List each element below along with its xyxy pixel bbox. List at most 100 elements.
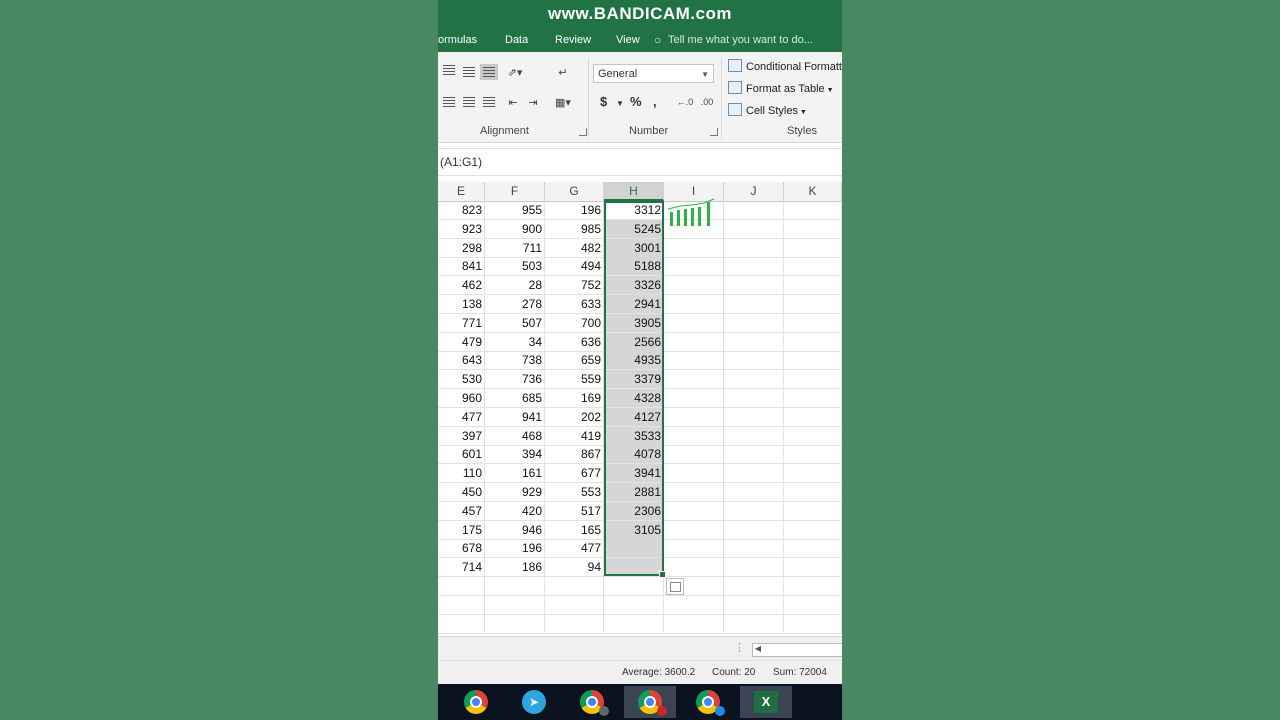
cell-h[interactable]: 3533 bbox=[604, 426, 664, 445]
cell-g[interactable] bbox=[545, 595, 604, 614]
cell-f[interactable]: 736 bbox=[485, 370, 545, 389]
cell-j[interactable] bbox=[724, 464, 784, 483]
cell-i[interactable] bbox=[664, 539, 724, 558]
tab-view[interactable]: View bbox=[616, 34, 640, 46]
cell-h[interactable]: 3105 bbox=[604, 520, 664, 539]
cell-g[interactable]: 477 bbox=[545, 539, 604, 558]
cell-k[interactable] bbox=[784, 539, 842, 558]
cell-k[interactable] bbox=[784, 276, 842, 295]
cell-i[interactable] bbox=[664, 520, 724, 539]
cell-g[interactable]: 419 bbox=[545, 426, 604, 445]
cell-i[interactable] bbox=[664, 464, 724, 483]
cell-e[interactable]: 477 bbox=[438, 407, 485, 426]
alignment-launcher-icon[interactable] bbox=[579, 128, 587, 136]
cell-k[interactable] bbox=[784, 445, 842, 464]
cell-h[interactable]: 3941 bbox=[604, 464, 664, 483]
cell-e[interactable]: 457 bbox=[438, 501, 485, 520]
cell-h[interactable]: 4127 bbox=[604, 407, 664, 426]
cell-k[interactable] bbox=[784, 407, 842, 426]
cell-i[interactable] bbox=[664, 276, 724, 295]
cell-e[interactable]: 841 bbox=[438, 257, 485, 276]
cell-f[interactable]: 955 bbox=[485, 201, 545, 219]
cell-e[interactable] bbox=[438, 595, 485, 614]
cell-h[interactable]: 2941 bbox=[604, 295, 664, 313]
cell-j[interactable] bbox=[724, 332, 784, 351]
cell-e[interactable]: 714 bbox=[438, 558, 485, 577]
cell-k[interactable] bbox=[784, 219, 842, 238]
cell-i[interactable] bbox=[664, 426, 724, 445]
cell-f[interactable]: 507 bbox=[485, 313, 545, 332]
cell-k[interactable] bbox=[784, 201, 842, 219]
cell-g[interactable]: 165 bbox=[545, 520, 604, 539]
spreadsheet-grid[interactable]: E F G H I J K 823 955 196 3312 923 900 985 5245… bbox=[438, 182, 842, 634]
cell-k[interactable] bbox=[784, 426, 842, 445]
more-options-icon[interactable]: ⋮ bbox=[734, 641, 745, 654]
cell-j[interactable] bbox=[724, 577, 784, 595]
cell-f[interactable]: 186 bbox=[485, 558, 545, 577]
format-as-table-button[interactable]: Format as Table ▼ bbox=[728, 81, 834, 95]
merge-center-button[interactable]: ▦▾ bbox=[554, 94, 572, 110]
cell-h[interactable]: 3312 bbox=[604, 201, 664, 219]
cell-g[interactable]: 169 bbox=[545, 389, 604, 407]
cell-h[interactable]: 4935 bbox=[604, 351, 664, 370]
cell-i[interactable] bbox=[664, 351, 724, 370]
cell-j[interactable] bbox=[724, 389, 784, 407]
cell-f[interactable] bbox=[485, 614, 545, 633]
cell-e[interactable]: 601 bbox=[438, 445, 485, 464]
cell-e[interactable]: 923 bbox=[438, 219, 485, 238]
cell-h[interactable] bbox=[604, 577, 664, 595]
cell-j[interactable] bbox=[724, 201, 784, 219]
cell-j[interactable] bbox=[724, 219, 784, 238]
cell-e[interactable]: 530 bbox=[438, 370, 485, 389]
cell-k[interactable] bbox=[784, 577, 842, 595]
cell-e[interactable]: 175 bbox=[438, 520, 485, 539]
cell-k[interactable] bbox=[784, 501, 842, 520]
cell-h[interactable] bbox=[604, 558, 664, 577]
column-header-f[interactable]: F bbox=[485, 182, 545, 201]
cell-g[interactable]: 196 bbox=[545, 201, 604, 219]
cell-k[interactable] bbox=[784, 483, 842, 501]
cell-j[interactable] bbox=[724, 351, 784, 370]
horizontal-scrollbar[interactable] bbox=[752, 643, 842, 657]
cell-j[interactable] bbox=[724, 257, 784, 276]
cell-k[interactable] bbox=[784, 464, 842, 483]
taskbar-chrome-profile-k[interactable] bbox=[624, 686, 676, 718]
cell-j[interactable] bbox=[724, 238, 784, 257]
cell-j[interactable] bbox=[724, 407, 784, 426]
cell-j[interactable] bbox=[724, 426, 784, 445]
cell-i[interactable] bbox=[664, 501, 724, 520]
tab-data[interactable]: Data bbox=[505, 34, 528, 46]
cell-k[interactable] bbox=[784, 558, 842, 577]
cell-e[interactable]: 771 bbox=[438, 313, 485, 332]
cell-j[interactable] bbox=[724, 445, 784, 464]
cell-f[interactable]: 278 bbox=[485, 295, 545, 313]
cell-g[interactable]: 553 bbox=[545, 483, 604, 501]
cell-g[interactable]: 482 bbox=[545, 238, 604, 257]
cell-i[interactable] bbox=[664, 295, 724, 313]
cell-f[interactable]: 929 bbox=[485, 483, 545, 501]
cell-g[interactable]: 94 bbox=[545, 558, 604, 577]
cell-f[interactable] bbox=[485, 577, 545, 595]
column-header-j[interactable]: J bbox=[724, 182, 784, 201]
cell-g[interactable]: 867 bbox=[545, 445, 604, 464]
cell-i[interactable] bbox=[664, 257, 724, 276]
cell-g[interactable]: 636 bbox=[545, 332, 604, 351]
cell-g[interactable]: 985 bbox=[545, 219, 604, 238]
cell-h[interactable] bbox=[604, 614, 664, 633]
tab-review[interactable]: Review bbox=[555, 34, 591, 46]
percent-style-button[interactable]: % bbox=[630, 94, 642, 109]
scroll-left-icon[interactable]: ◀ bbox=[752, 643, 764, 655]
cell-h[interactable]: 5188 bbox=[604, 257, 664, 276]
increase-indent-button[interactable]: ⇥ bbox=[524, 94, 542, 110]
column-header-k[interactable]: K bbox=[784, 182, 842, 201]
cell-e[interactable]: 462 bbox=[438, 276, 485, 295]
number-launcher-icon[interactable] bbox=[710, 128, 718, 136]
cell-f[interactable]: 28 bbox=[485, 276, 545, 295]
cell-g[interactable]: 659 bbox=[545, 351, 604, 370]
cell-k[interactable] bbox=[784, 238, 842, 257]
conditional-formatting-button[interactable]: Conditional Formatt bbox=[728, 59, 842, 73]
cell-e[interactable]: 298 bbox=[438, 238, 485, 257]
column-header-g[interactable]: G bbox=[545, 182, 604, 201]
cell-f[interactable]: 941 bbox=[485, 407, 545, 426]
decrease-indent-button[interactable]: ⇤ bbox=[504, 94, 522, 110]
